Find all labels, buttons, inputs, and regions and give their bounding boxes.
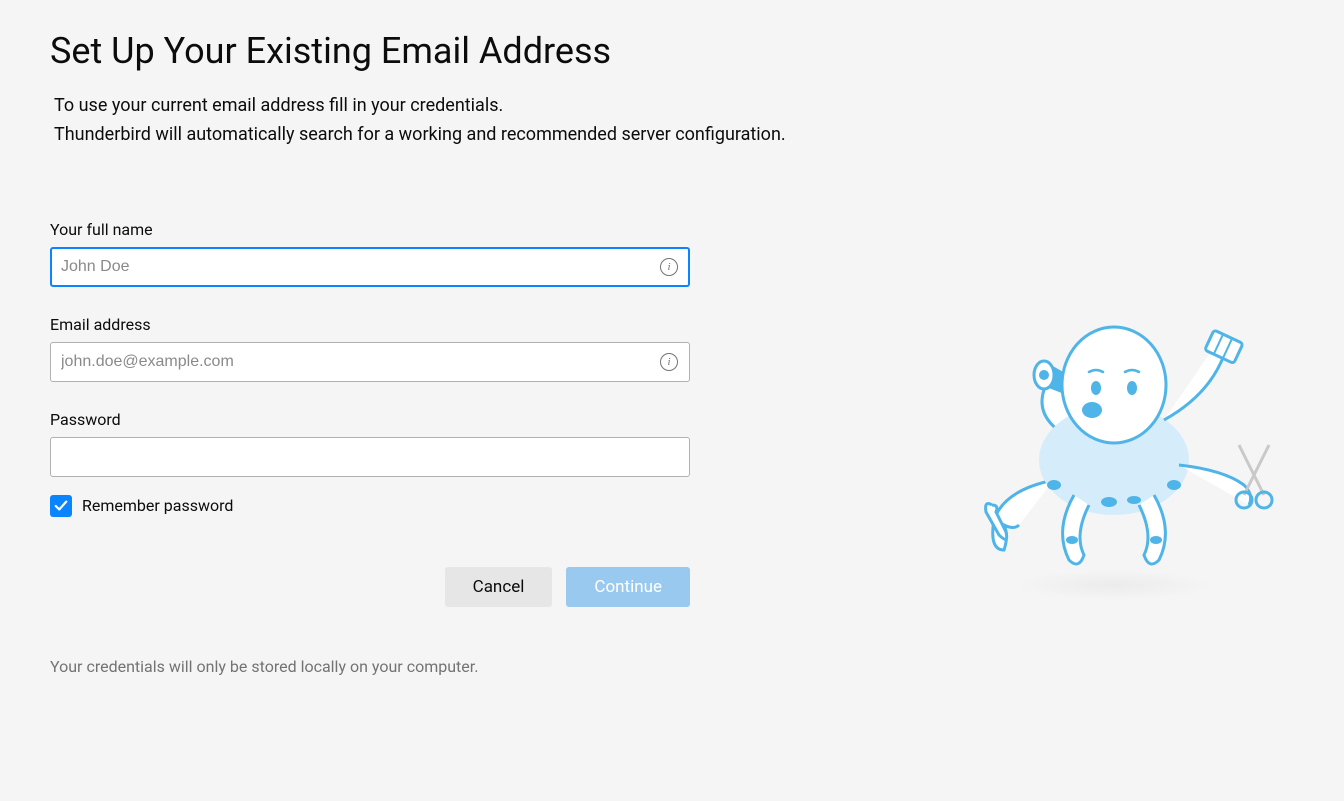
continue-button[interactable]: Continue <box>566 567 690 607</box>
password-label: Password <box>50 410 690 429</box>
checkmark-icon <box>54 499 68 513</box>
remember-password-group: Remember password <box>50 495 690 517</box>
email-group: Email address i <box>50 315 690 382</box>
password-group: Password <box>50 410 690 477</box>
cancel-button[interactable]: Cancel <box>445 567 553 607</box>
fullname-group: Your full name i <box>50 220 690 287</box>
page-title: Set Up Your Existing Email Address <box>50 30 1294 72</box>
mascot-illustration <box>954 290 1274 590</box>
setup-form: Your full name i Email address i Passwor… <box>50 220 690 676</box>
button-row: Cancel Continue <box>50 567 690 607</box>
footer-text: Your credentials will only be stored loc… <box>50 657 690 676</box>
fullname-input[interactable] <box>50 247 690 287</box>
info-icon[interactable]: i <box>660 258 678 276</box>
intro-line-2: Thunderbird will automatically search fo… <box>54 121 1294 150</box>
intro-text: To use your current email address fill i… <box>50 92 1294 150</box>
info-icon[interactable]: i <box>660 353 678 371</box>
remember-password-checkbox[interactable] <box>50 495 72 517</box>
remember-password-label: Remember password <box>82 496 233 515</box>
octopus-icon <box>954 290 1274 590</box>
intro-line-1: To use your current email address fill i… <box>54 92 1294 121</box>
fullname-label: Your full name <box>50 220 690 239</box>
email-input[interactable] <box>50 342 690 382</box>
email-label: Email address <box>50 315 690 334</box>
mascot-shadow <box>1014 570 1214 600</box>
password-input[interactable] <box>50 437 690 477</box>
